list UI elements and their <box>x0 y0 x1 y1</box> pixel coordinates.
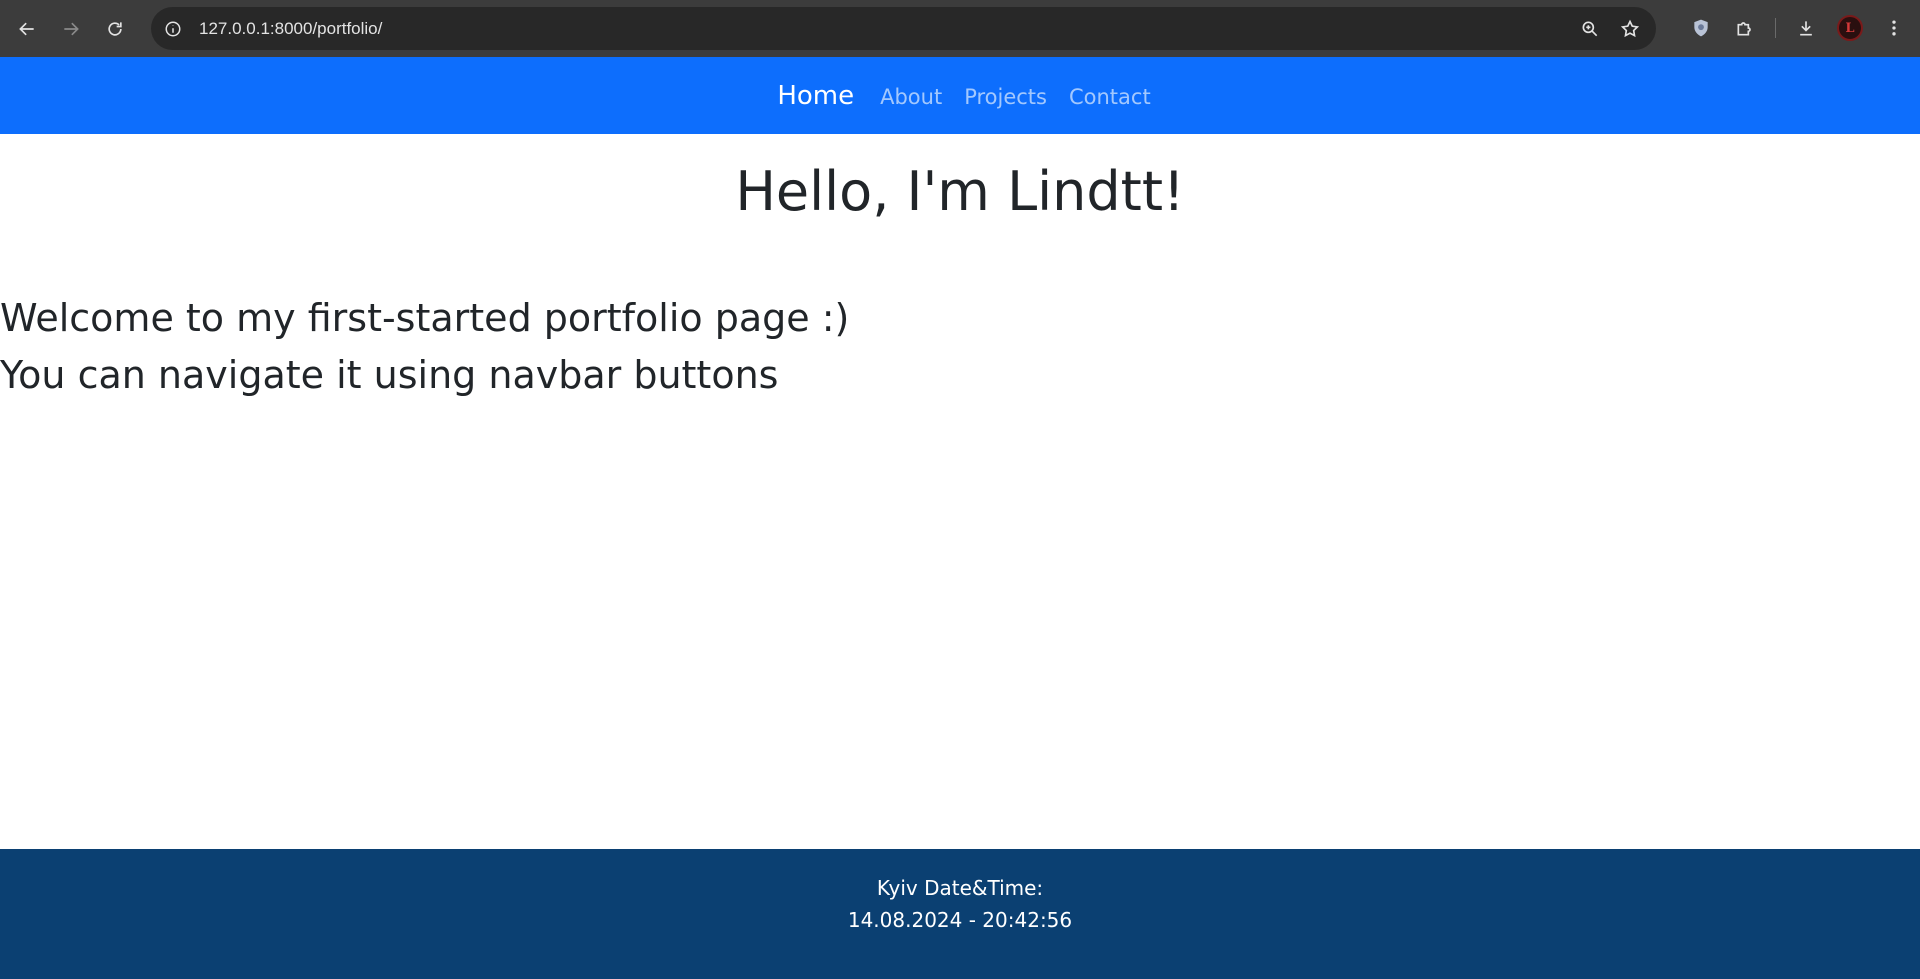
puzzle-icon <box>1737 22 1751 36</box>
shield-icon <box>1694 19 1708 37</box>
intro-text: Welcome to my first-started portfolio pa… <box>0 290 849 404</box>
bookmark-button[interactable] <box>1612 11 1648 47</box>
kebab-menu-icon <box>1892 20 1896 36</box>
navigate-hint-line: You can navigate it using navbar buttons <box>0 353 779 397</box>
page-title: Hello, I'm Lindtt! <box>735 160 1185 223</box>
browser-menu-button[interactable] <box>1876 10 1912 46</box>
address-bar[interactable]: 127.0.0.1:8000/portfolio/ <box>151 7 1656 50</box>
arrow-left-icon <box>19 22 34 35</box>
forward-button[interactable] <box>53 11 89 47</box>
nav-contact-link[interactable]: Contact <box>1069 85 1151 109</box>
arrow-right-icon <box>64 22 79 35</box>
welcome-line: Welcome to my first-started portfolio pa… <box>0 296 850 340</box>
site-navbar: Home About Projects Contact <box>0 57 1920 134</box>
site-footer: Kyiv Date&Time: 14.08.2024 - 20:42:56 <box>0 849 1920 979</box>
browser-actions: L <box>1683 10 1912 46</box>
nav-projects-link[interactable]: Projects <box>964 85 1047 109</box>
shield-extension-button[interactable] <box>1683 10 1719 46</box>
info-circle-icon <box>165 21 181 36</box>
reload-icon <box>108 21 122 36</box>
profile-button[interactable]: L <box>1832 10 1868 46</box>
download-icon <box>1800 21 1812 36</box>
zoom-button[interactable] <box>1572 11 1608 47</box>
reload-button[interactable] <box>97 11 133 47</box>
nav-about-link[interactable]: About <box>880 85 942 109</box>
toolbar-divider <box>1775 18 1776 38</box>
extensions-button[interactable] <box>1727 10 1763 46</box>
site-info-button[interactable] <box>157 13 189 45</box>
url-text[interactable]: 127.0.0.1:8000/portfolio/ <box>199 19 1572 39</box>
nav-home-link[interactable]: Home <box>777 81 854 111</box>
address-bar-actions <box>1572 11 1648 47</box>
footer-datetime-label: Kyiv Date&Time: <box>876 876 1044 900</box>
star-icon <box>1620 19 1640 37</box>
back-button[interactable] <box>9 11 45 47</box>
avatar: L <box>1837 15 1863 41</box>
footer-datetime-value: 14.08.2024 - 20:42:56 <box>847 908 1073 932</box>
browser-nav-buttons <box>9 11 133 47</box>
downloads-button[interactable] <box>1788 10 1824 46</box>
navbar-items: Home About Projects Contact <box>777 81 1172 111</box>
zoom-icon <box>1582 21 1598 36</box>
browser-toolbar: 127.0.0.1:8000/portfolio/ L <box>0 0 1920 57</box>
